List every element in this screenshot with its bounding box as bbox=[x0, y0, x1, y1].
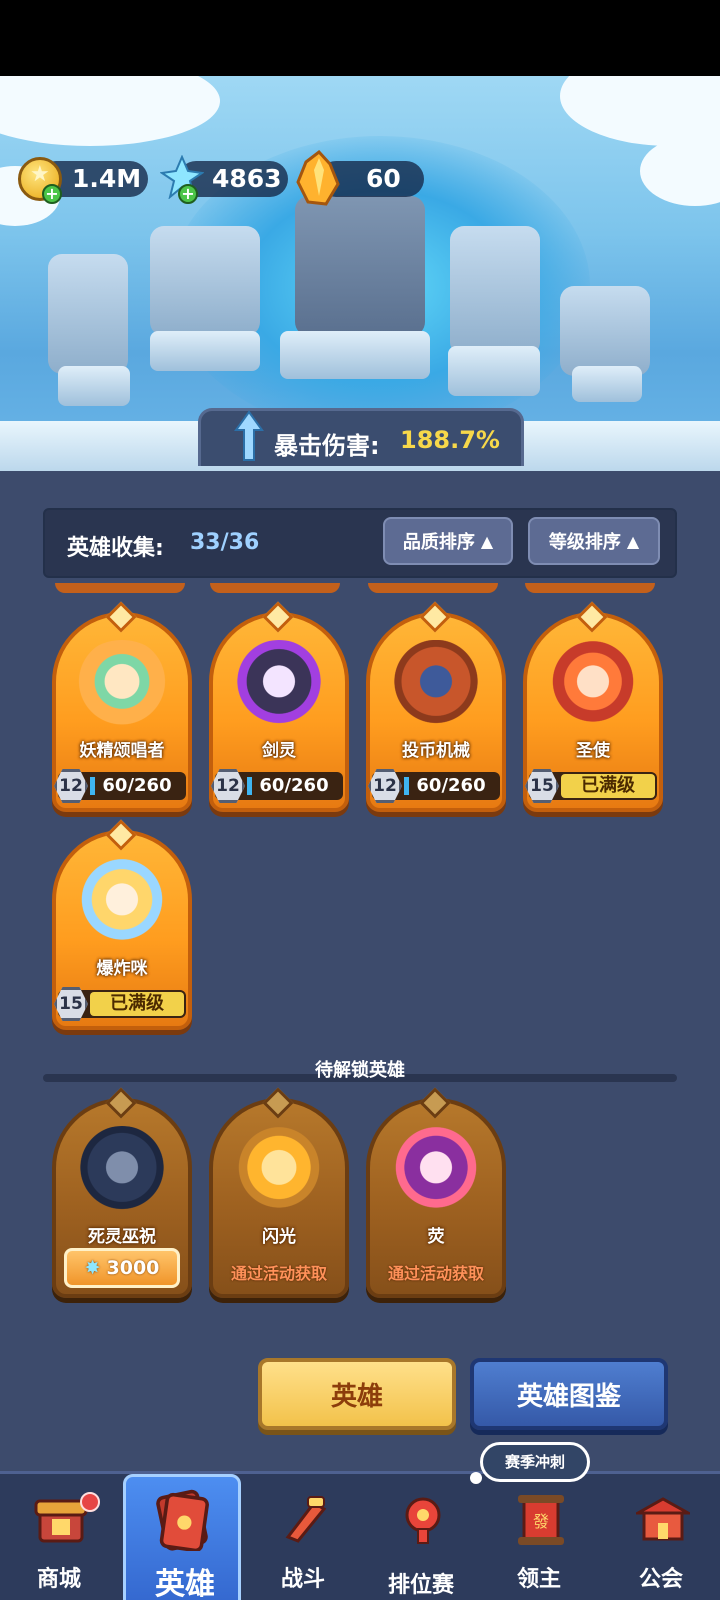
guild-icon bbox=[636, 1497, 690, 1541]
add-gold-icon[interactable]: + bbox=[42, 184, 62, 204]
statue-1 bbox=[48, 254, 128, 374]
crystal-amount: 4863 bbox=[212, 164, 282, 193]
tab-battle[interactable]: 战斗 bbox=[244, 1471, 362, 1600]
hero-codex-button[interactable]: 英雄图鉴 bbox=[470, 1358, 668, 1430]
necro-shaman-portrait-icon bbox=[72, 1126, 172, 1218]
hero-shard-progress: 60/260 bbox=[259, 775, 329, 796]
locked-heroes-title: 待解锁英雄 bbox=[315, 1060, 405, 1081]
tab-ranked[interactable]: 排位赛 bbox=[362, 1471, 480, 1600]
hero-name: 剑灵 bbox=[262, 741, 296, 761]
hero-card-partial bbox=[525, 583, 655, 593]
arrow-up-icon bbox=[234, 410, 264, 461]
hero-card[interactable]: 剑灵 12 60/260 bbox=[209, 601, 349, 818]
triangle-up-icon: ▲ bbox=[480, 531, 494, 551]
explosion-cat-portrait-icon bbox=[72, 858, 172, 950]
tab-label: 排位赛 bbox=[387, 1573, 454, 1598]
hero-name: 闪光 bbox=[262, 1227, 296, 1247]
triangle-up-icon: ▲ bbox=[626, 531, 640, 551]
tab-lord[interactable]: 發 领主 bbox=[480, 1471, 598, 1600]
tab-label: 领主 bbox=[516, 1567, 561, 1592]
hero-card[interactable]: 妖精颂唱者 12 60/260 bbox=[52, 601, 192, 818]
flash-fox-portrait-icon bbox=[229, 1126, 329, 1218]
sword-spirit-portrait-icon bbox=[229, 640, 329, 732]
notification-dot bbox=[80, 1492, 100, 1512]
sort-by-quality-button[interactable]: 品质排序 ▲ bbox=[383, 517, 513, 565]
hero-card[interactable]: 爆炸咪 15 已满级 bbox=[52, 819, 192, 1036]
locked-hero-card[interactable]: 死灵巫祝 ✸ 3000 bbox=[52, 1087, 192, 1304]
tab-guild[interactable]: 公会 bbox=[602, 1471, 720, 1600]
hero-name: 荧 bbox=[427, 1227, 445, 1247]
hero-card[interactable]: 投币机械 12 60/260 bbox=[366, 601, 506, 818]
tab-label: 公会 bbox=[638, 1567, 683, 1592]
saint-portrait-icon bbox=[543, 640, 643, 732]
hero-card[interactable]: 圣使 15 已满级 bbox=[523, 601, 663, 818]
tab-shop[interactable]: 商城 bbox=[0, 1471, 118, 1600]
add-crystal-icon[interactable]: + bbox=[178, 184, 198, 204]
battle-icon bbox=[285, 1496, 327, 1543]
hero-name: 圣使 bbox=[576, 741, 610, 761]
unlock-method: 通过活动获取 bbox=[387, 1264, 484, 1283]
coin-machine-portrait-icon bbox=[386, 640, 486, 732]
amber-crystal-icon bbox=[296, 150, 340, 206]
hero-card-partial bbox=[210, 583, 340, 593]
svg-text:發: 發 bbox=[533, 1512, 549, 1531]
hero-cards-icon bbox=[156, 1489, 209, 1551]
tab-label: 英雄 bbox=[155, 1567, 215, 1600]
crystal-icon: ✸ bbox=[84, 1257, 101, 1279]
unlock-method: 通过活动获取 bbox=[230, 1264, 327, 1283]
statue-5 bbox=[560, 286, 650, 376]
tab-heroes[interactable]: 英雄 bbox=[123, 1474, 241, 1600]
hero-name: 死灵巫祝 bbox=[88, 1227, 156, 1247]
heroes-button[interactable]: 英雄 bbox=[258, 1358, 456, 1430]
max-level-badge: 已满级 bbox=[561, 774, 655, 798]
status-bar bbox=[0, 0, 720, 76]
amber-amount: 60 bbox=[366, 164, 401, 193]
locked-hero-card[interactable]: 闪光 通过活动获取 bbox=[209, 1087, 349, 1304]
hero-card-partial bbox=[55, 583, 185, 593]
hero-shard-progress: 60/260 bbox=[416, 775, 486, 796]
gold-amount: 1.4M bbox=[72, 164, 142, 193]
max-level-badge: 已满级 bbox=[90, 992, 184, 1016]
lord-icon: 發 bbox=[518, 1495, 564, 1545]
tab-label: 商城 bbox=[36, 1567, 81, 1592]
ying-portrait-icon bbox=[386, 1126, 486, 1218]
unlock-cost-button[interactable]: ✸ 3000 bbox=[64, 1248, 180, 1288]
statue-3-dragon bbox=[295, 196, 425, 336]
statue-2 bbox=[150, 226, 260, 336]
crit-damage-label: 暴击伤害: bbox=[274, 432, 380, 460]
season-sprint-bubble[interactable]: 赛季冲刺 bbox=[480, 1442, 590, 1482]
hero-name: 投币机械 bbox=[402, 741, 470, 761]
collection-count: 33/36 bbox=[190, 530, 260, 555]
locked-hero-card[interactable]: 荧 通过活动获取 bbox=[366, 1087, 506, 1304]
ranked-icon bbox=[405, 1497, 441, 1544]
tab-label: 战斗 bbox=[280, 1567, 325, 1592]
collection-label: 英雄收集: bbox=[67, 536, 164, 561]
statue-4 bbox=[450, 226, 540, 356]
hero-card-partial bbox=[368, 583, 498, 593]
fairy-singer-portrait-icon bbox=[72, 640, 172, 732]
hero-shard-progress: 60/260 bbox=[102, 775, 172, 796]
bubble-tail bbox=[470, 1472, 482, 1484]
hero-name: 妖精颂唱者 bbox=[79, 741, 165, 761]
sort-by-level-button[interactable]: 等级排序 ▲ bbox=[528, 517, 660, 565]
crit-damage-value: 188.7% bbox=[400, 426, 500, 454]
hero-name: 爆炸咪 bbox=[96, 959, 148, 979]
